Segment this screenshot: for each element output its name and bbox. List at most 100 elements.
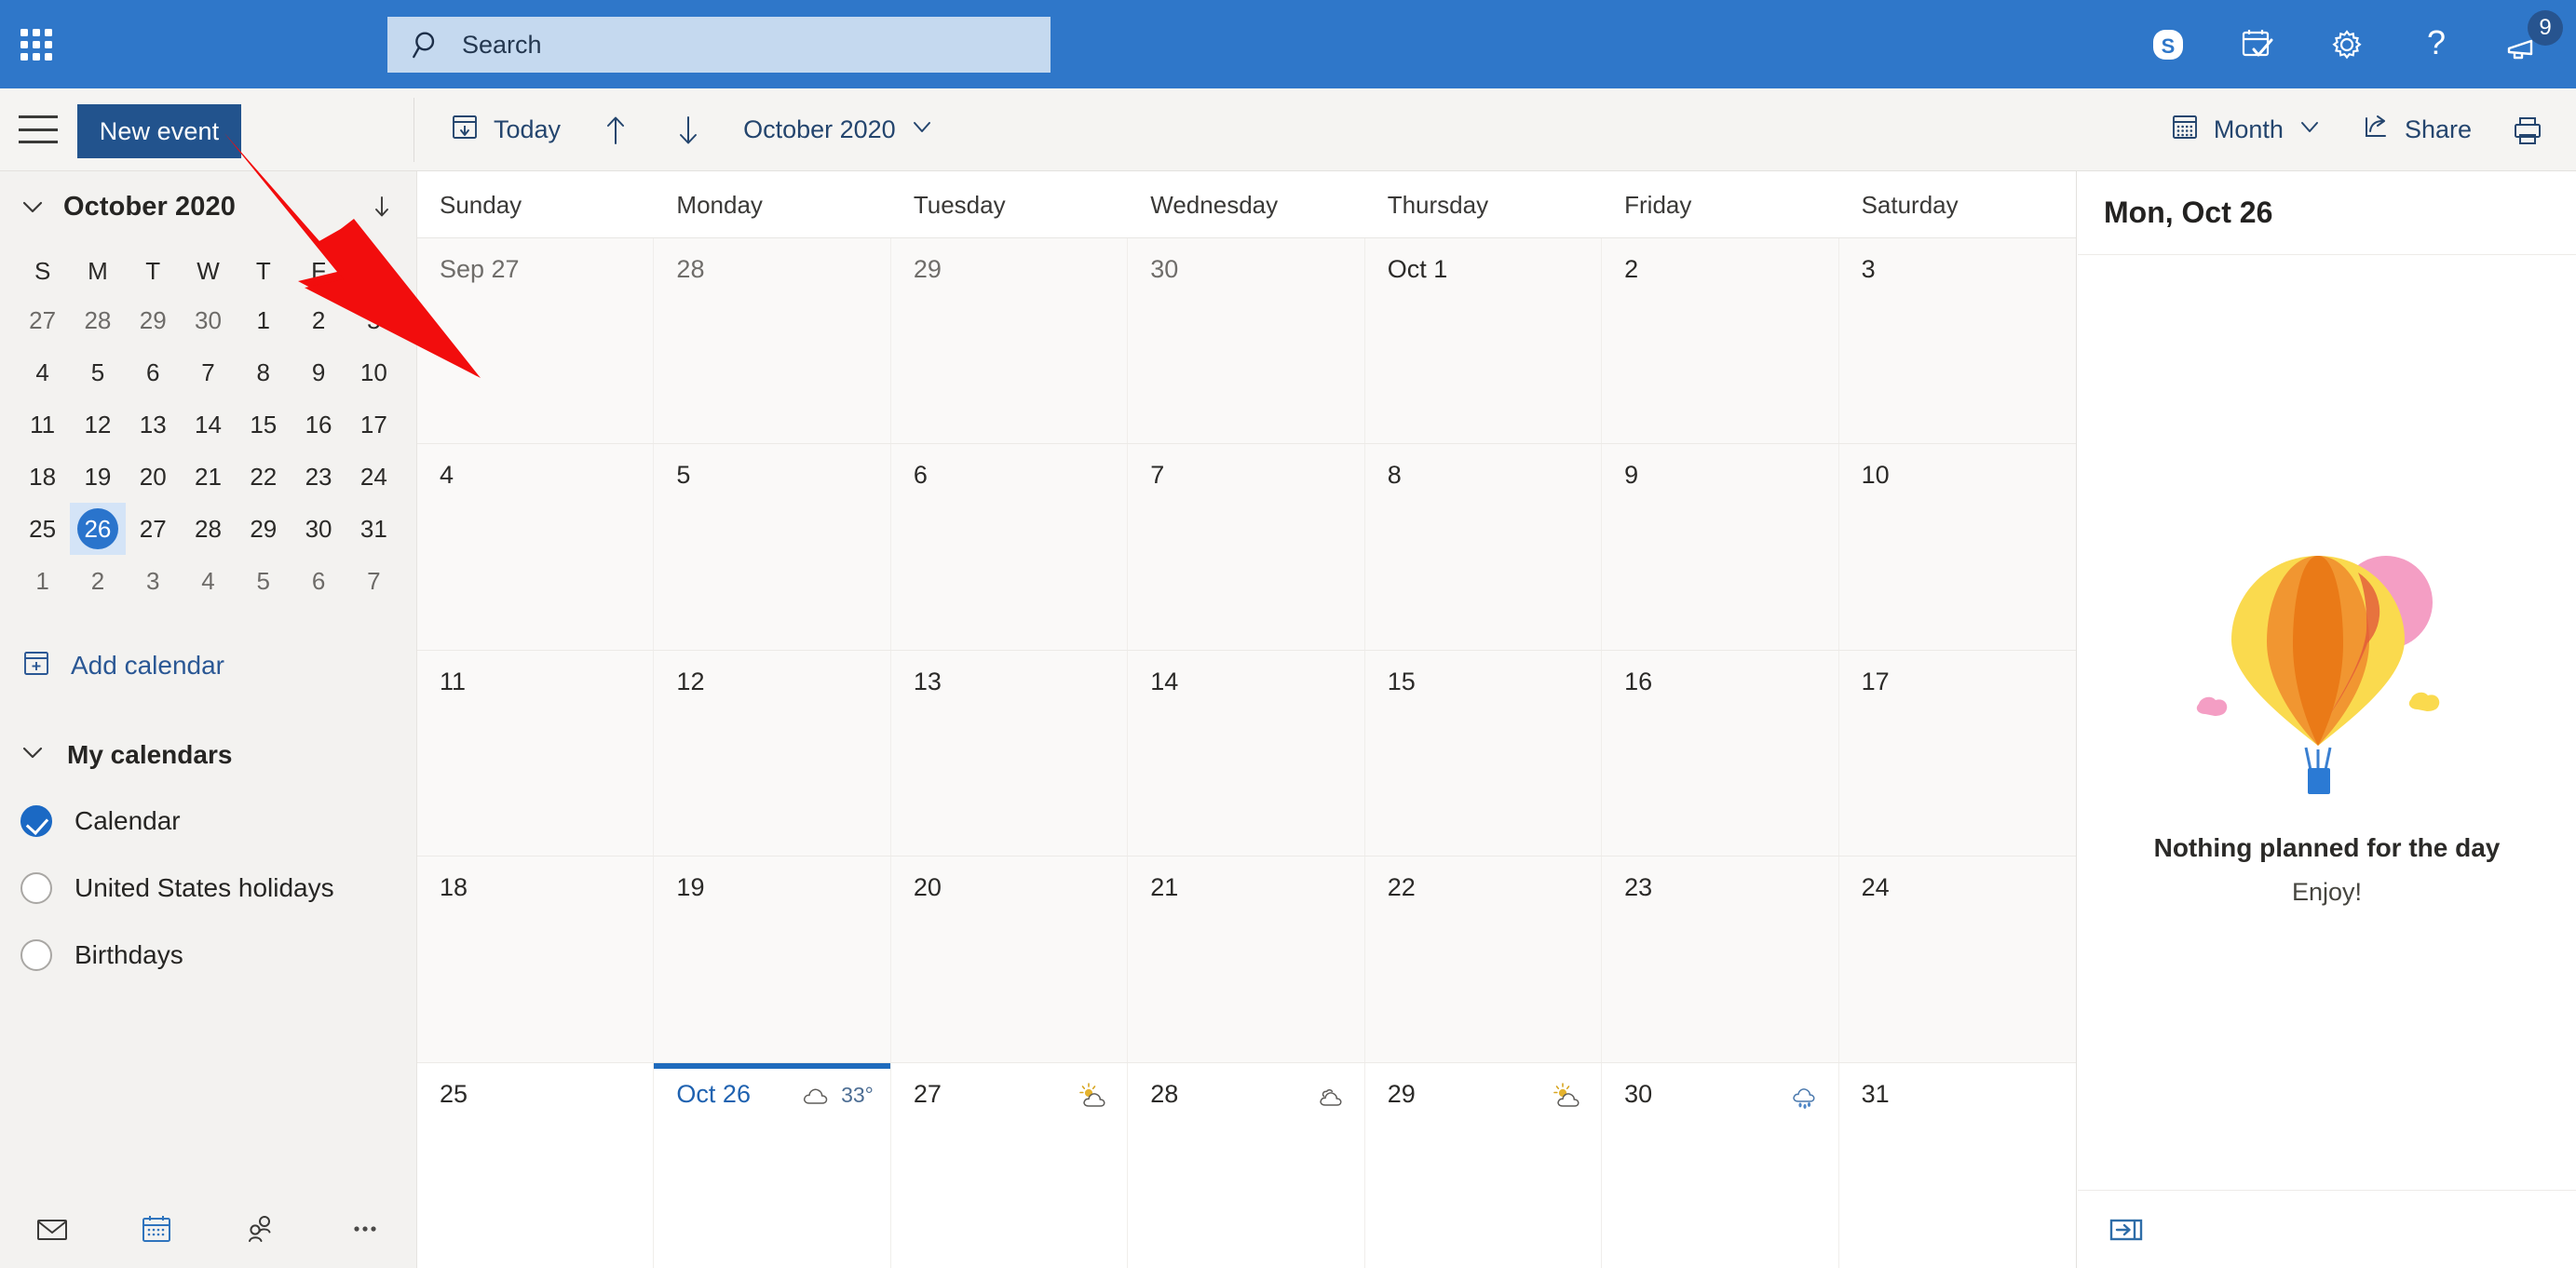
arrow-down-icon[interactable] [368,193,396,221]
mini-day[interactable]: 24 [346,451,401,503]
day-cell[interactable]: 8 [1364,444,1603,650]
mini-day[interactable]: 11 [15,398,70,451]
chevron-down-icon[interactable] [17,191,48,223]
day-cell[interactable]: 7 [1128,444,1365,650]
day-cell[interactable]: 19 [654,857,891,1062]
mini-day[interactable]: 8 [236,346,291,398]
mini-day[interactable]: 28 [181,503,236,555]
mini-day[interactable]: 15 [236,398,291,451]
day-cell[interactable]: 29 [890,238,1129,444]
mini-day[interactable]: 6 [291,555,346,607]
day-cell-selected[interactable]: Oct 26 33° [654,1062,891,1268]
people-icon[interactable] [209,1190,313,1268]
help-icon[interactable]: ? [2392,0,2481,88]
mini-day[interactable]: 2 [70,555,125,607]
day-cell[interactable]: 28 [1128,1062,1365,1268]
mini-day[interactable]: 5 [70,346,125,398]
day-cell[interactable]: 31 [1838,1062,2076,1268]
day-cell[interactable]: 22 [1364,857,1603,1062]
mini-day[interactable]: 22 [236,451,291,503]
gear-icon[interactable] [2302,0,2392,88]
mini-day[interactable]: 9 [291,346,346,398]
mini-day[interactable]: 30 [181,294,236,346]
sidebar-calendar-calendar[interactable]: Calendar [0,788,416,855]
previous-period-button[interactable] [579,88,652,171]
day-cell[interactable]: 24 [1838,857,2076,1062]
mini-day[interactable]: 31 [346,503,401,555]
day-cell[interactable]: 27 [890,1062,1129,1268]
print-button[interactable] [2490,88,2565,171]
mini-day[interactable]: 17 [346,398,401,451]
day-cell[interactable]: 5 [654,444,891,650]
day-cell[interactable]: 21 [1128,857,1365,1062]
nav-toggle-icon[interactable] [19,113,58,146]
mini-day[interactable]: 19 [70,451,125,503]
day-cell[interactable]: Oct 1 [1364,238,1603,444]
add-calendar-button[interactable]: Add calendar [0,633,416,698]
day-cell[interactable]: 20 [890,857,1129,1062]
day-cell[interactable]: 30 [1602,1062,1839,1268]
mini-day[interactable]: 18 [15,451,70,503]
mini-day[interactable]: 10 [346,346,401,398]
mini-day[interactable]: 7 [346,555,401,607]
day-cell[interactable]: 29 [1364,1062,1603,1268]
day-cell[interactable]: 28 [654,238,891,444]
mini-day[interactable]: 4 [181,555,236,607]
my-calendars-group-header[interactable]: My calendars [0,722,416,788]
calendar-checkbox-checked[interactable] [20,805,52,837]
next-period-button[interactable] [652,88,725,171]
mini-day[interactable]: 25 [15,503,70,555]
mini-day[interactable]: 16 [291,398,346,451]
day-cell[interactable]: 23 [1602,857,1839,1062]
mail-icon[interactable] [0,1190,104,1268]
day-cell[interactable]: 10 [1838,444,2076,650]
day-cell[interactable]: 2 [1602,238,1839,444]
todo-icon[interactable] [2213,0,2302,88]
sidebar-calendar-us-holidays[interactable]: United States holidays [0,855,416,922]
mini-day[interactable]: 12 [70,398,125,451]
mini-day[interactable]: 3 [126,555,181,607]
calendar-checkbox[interactable] [20,872,52,904]
mini-day[interactable]: 1 [15,555,70,607]
day-cell[interactable]: 14 [1128,650,1365,857]
new-event-button[interactable]: New event [77,104,241,158]
today-button[interactable]: Today [430,88,579,171]
mini-day[interactable]: 7 [181,346,236,398]
sidebar-calendar-birthdays[interactable]: Birthdays [0,922,416,989]
mini-day[interactable]: 13 [126,398,181,451]
app-launcher-icon[interactable] [7,16,65,74]
view-selector[interactable]: Month [2150,88,2341,171]
mini-day[interactable]: 29 [236,503,291,555]
day-cell[interactable]: 6 [890,444,1129,650]
calendar-icon[interactable] [104,1190,209,1268]
mini-day[interactable]: 21 [181,451,236,503]
day-cell[interactable]: 12 [654,650,891,857]
share-button[interactable]: Share [2341,88,2490,171]
day-cell[interactable]: 3 [1838,238,2076,444]
more-icon[interactable] [313,1190,417,1268]
mini-day-selected[interactable]: 26 [70,503,126,555]
mini-day[interactable]: 2 [291,294,346,346]
mini-day[interactable]: 27 [15,294,70,346]
mini-day[interactable]: 30 [291,503,346,555]
mini-day[interactable]: 29 [126,294,181,346]
announcements-icon[interactable]: 9 [2481,0,2570,88]
day-cell[interactable]: 25 [417,1062,655,1268]
day-cell[interactable]: 18 [417,857,655,1062]
day-cell[interactable]: 4 [417,444,655,650]
mini-day[interactable]: 28 [70,294,125,346]
search-input[interactable] [462,26,1021,63]
calendar-checkbox[interactable] [20,939,52,971]
day-cell[interactable]: 15 [1364,650,1603,857]
day-cell[interactable]: 11 [417,650,655,857]
mini-day[interactable]: 4 [15,346,70,398]
day-cell[interactable]: 13 [890,650,1129,857]
period-picker[interactable]: October 2020 [725,88,954,171]
day-cell[interactable]: 30 [1128,238,1365,444]
day-cell[interactable]: 9 [1602,444,1839,650]
mini-day[interactable]: 3 [346,294,401,346]
mini-day[interactable]: 6 [126,346,181,398]
mini-day[interactable]: 20 [126,451,181,503]
mini-day[interactable]: 5 [236,555,291,607]
skype-icon[interactable]: S [2123,0,2213,88]
